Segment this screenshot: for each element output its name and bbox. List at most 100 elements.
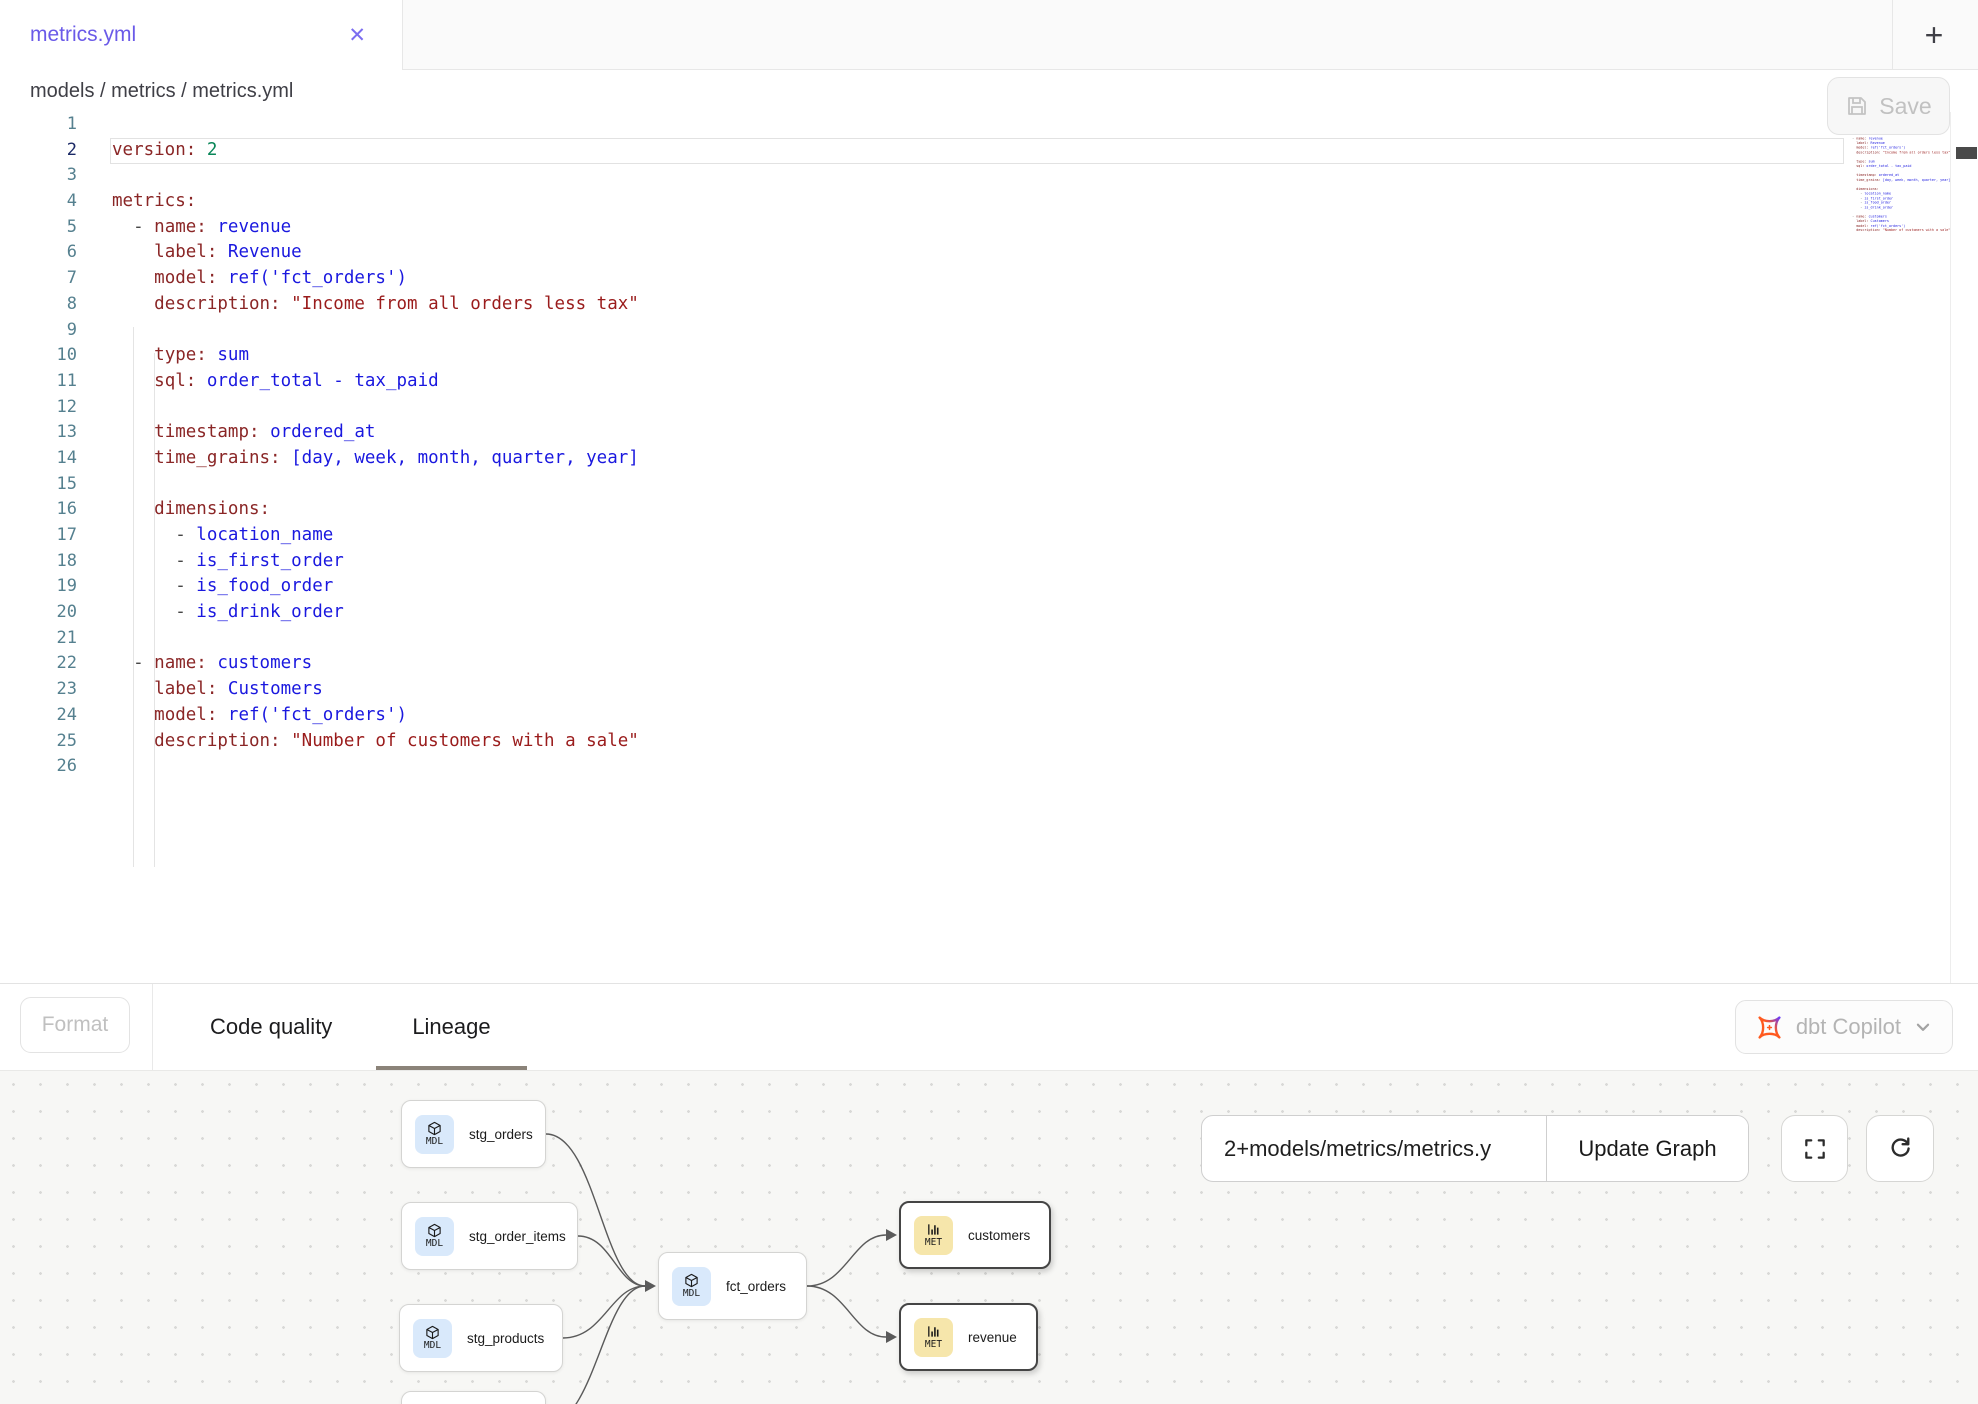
line-number: 16 (0, 497, 80, 523)
line-number: 26 (0, 754, 80, 780)
code-line-19[interactable]: - is_food_order (112, 574, 639, 600)
code-line-23[interactable]: label: Customers (112, 677, 639, 703)
tab-strip-empty-area (402, 0, 1978, 70)
tab-metrics-yml[interactable]: metrics.yml ✕ (0, 0, 402, 70)
new-tab-button[interactable]: + (1902, 8, 1966, 62)
code-line-22[interactable]: - name: customers (112, 651, 639, 677)
model-cube-icon (684, 1273, 699, 1288)
dbt-copilot-icon (1756, 1014, 1783, 1041)
chevron-down-icon (1914, 1018, 1932, 1036)
lineage-graph-panel[interactable]: MDLstg_ordersMDLstg_order_itemsMDLstg_pr… (0, 1071, 1978, 1404)
code-line-1[interactable] (112, 112, 639, 138)
format-button[interactable]: Format (20, 997, 130, 1053)
breadcrumb-bar: models / metrics / metrics.yml (0, 70, 1978, 112)
plus-icon: + (1925, 17, 1944, 54)
node-label: fct_orders (726, 1279, 786, 1294)
update-graph-button[interactable]: Update Graph (1546, 1116, 1748, 1181)
save-button[interactable]: Save (1827, 77, 1950, 135)
code-line-21[interactable] (112, 626, 639, 652)
code-line-24[interactable]: model: ref('fct_orders') (112, 703, 639, 729)
code-line-26[interactable] (112, 754, 639, 780)
lineage-node-partial[interactable]: MDL (401, 1391, 546, 1404)
node-label: revenue (968, 1330, 1017, 1345)
badge-type-label: MDL (426, 1137, 443, 1147)
lineage-node-revenue[interactable]: MET revenue (899, 1303, 1038, 1371)
code-line-25[interactable]: description: "Number of customers with a… (112, 729, 639, 755)
lineage-node-stg_products[interactable]: MDL stg_products (399, 1304, 563, 1372)
model-cube-icon (427, 1121, 442, 1136)
code-content[interactable]: version: 2 metrics: - name: revenue label… (112, 112, 639, 780)
tab-lineage[interactable]: Lineage (376, 984, 526, 1070)
lineage-node-stg_orders[interactable]: MDLstg_orders (401, 1100, 546, 1168)
badge-type-label: MDL (683, 1289, 700, 1299)
minimap[interactable]: version: 2metrics: - name: revenue label… (1848, 118, 1950, 268)
code-line-2[interactable]: version: 2 (112, 138, 639, 164)
met-badge: MET (914, 1318, 953, 1357)
line-number-gutter: 1234567891011121314151617181920212223242… (0, 112, 80, 780)
minimap-separator (1950, 112, 1951, 983)
overview-ruler-cursor-marker (1956, 147, 1977, 159)
tab-title: metrics.yml (30, 23, 136, 47)
line-number: 8 (0, 292, 80, 318)
code-line-4[interactable]: metrics: (112, 189, 639, 215)
line-number: 12 (0, 395, 80, 421)
mdl-badge: MDL (415, 1217, 454, 1256)
line-number: 15 (0, 472, 80, 498)
close-tab-icon[interactable]: ✕ (348, 25, 366, 46)
code-line-15[interactable] (112, 472, 639, 498)
badge-type-label: MDL (424, 1341, 441, 1351)
lineage-node-stg_order_items[interactable]: MDLstg_order_items (401, 1202, 578, 1270)
breadcrumb: models / metrics / metrics.yml (30, 80, 293, 103)
mdl-badge: MDL (413, 1319, 452, 1358)
line-number: 17 (0, 523, 80, 549)
code-editor[interactable]: 1234567891011121314151617181920212223242… (0, 112, 1978, 983)
badge-type-label: MET (925, 1238, 942, 1248)
metric-chart-icon (926, 1324, 941, 1339)
model-cube-icon (425, 1325, 440, 1340)
code-line-12[interactable] (112, 395, 639, 421)
code-line-17[interactable]: - location_name (112, 523, 639, 549)
refresh-button[interactable] (1866, 1115, 1934, 1182)
metric-chart-icon (926, 1222, 941, 1237)
line-number: 6 (0, 240, 80, 266)
lineage-node-fct_orders[interactable]: MDL fct_orders (658, 1252, 807, 1320)
lineage-node-customers[interactable]: MET customers (899, 1201, 1051, 1269)
code-line-10[interactable]: type: sum (112, 343, 639, 369)
code-line-13[interactable]: timestamp: ordered_at (112, 420, 639, 446)
code-line-9[interactable] (112, 318, 639, 344)
code-line-16[interactable]: dimensions: (112, 497, 639, 523)
line-number: 7 (0, 266, 80, 292)
line-number: 21 (0, 626, 80, 652)
code-line-6[interactable]: label: Revenue (112, 240, 639, 266)
node-label: stg_products (467, 1331, 544, 1346)
line-number: 22 (0, 651, 80, 677)
code-line-20[interactable]: - is_drink_order (112, 600, 639, 626)
tab-code-quality[interactable]: Code quality (192, 984, 350, 1070)
line-number: 13 (0, 420, 80, 446)
line-number: 23 (0, 677, 80, 703)
ide-window: metrics.yml ✕ + models / metrics / metri… (0, 0, 1978, 1404)
fullscreen-button[interactable] (1781, 1115, 1848, 1182)
code-line-18[interactable]: - is_first_order (112, 549, 639, 575)
toolbar-divider (152, 984, 153, 1070)
node-label: customers (968, 1228, 1030, 1243)
line-number: 18 (0, 549, 80, 575)
save-icon (1845, 94, 1869, 118)
code-line-14[interactable]: time_grains: [day, week, month, quarter,… (112, 446, 639, 472)
code-line-11[interactable]: sql: order_total - tax_paid (112, 369, 639, 395)
line-number: 19 (0, 574, 80, 600)
line-number: 14 (0, 446, 80, 472)
code-line-7[interactable]: model: ref('fct_orders') (112, 266, 639, 292)
lineage-filter-input[interactable] (1202, 1116, 1546, 1181)
line-number: 25 (0, 729, 80, 755)
line-number: 24 (0, 703, 80, 729)
code-line-8[interactable]: description: "Income from all orders les… (112, 292, 639, 318)
lineage-controls: Update Graph (1201, 1115, 1749, 1182)
tab-strip: metrics.yml ✕ + (0, 0, 1978, 70)
tabstrip-divider (1892, 0, 1893, 70)
dbt-copilot-label: dbt Copilot (1796, 1014, 1901, 1040)
code-line-5[interactable]: - name: revenue (112, 215, 639, 241)
dbt-copilot-button[interactable]: dbt Copilot (1735, 1000, 1953, 1054)
code-line-3[interactable] (112, 163, 639, 189)
panel-tabs: Code quality Lineage (192, 984, 527, 1070)
